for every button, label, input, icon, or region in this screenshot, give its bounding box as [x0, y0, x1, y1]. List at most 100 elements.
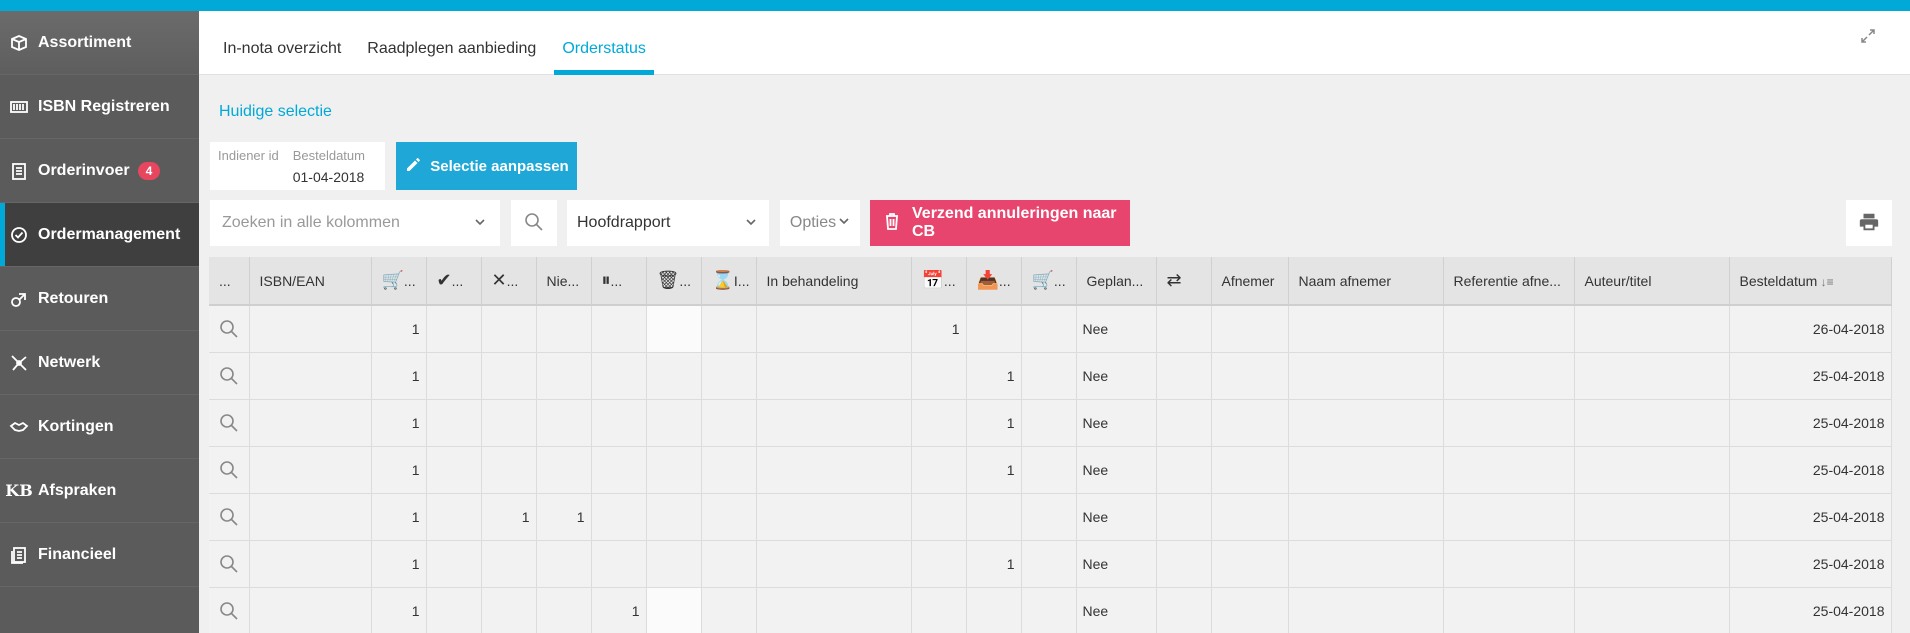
column-header-label: In behandeling — [766, 272, 859, 289]
table-cell — [756, 587, 912, 633]
table-cell: Nee — [1076, 399, 1157, 447]
sidebar-item-orderinvoer[interactable]: Orderinvoer 4 — [0, 139, 199, 203]
table-cell — [249, 587, 372, 633]
column-header-label: Afnemer — [1221, 272, 1275, 289]
column-header[interactable]: Geplan... — [1076, 257, 1157, 306]
column-header[interactable]: ⌛I... — [701, 257, 757, 306]
table-row[interactable]: 1 1 Nee 25-04-2018 — [209, 399, 1892, 447]
column-header[interactable]: ✔... — [426, 257, 482, 306]
column-header[interactable]: Besteldatum ↓≡ — [1729, 257, 1892, 306]
sidebar-item-financieel[interactable]: Financieel — [0, 523, 199, 587]
table-cell — [1021, 540, 1077, 588]
table-cell — [1156, 493, 1212, 541]
column-header[interactable]: 📅... — [911, 257, 967, 306]
table-cell: 1 — [966, 399, 1022, 447]
table-cell — [591, 305, 647, 353]
sidebar-item-kortingen[interactable]: Kortingen — [0, 395, 199, 459]
table-row[interactable]: 1 1 Nee 25-04-2018 — [209, 540, 1892, 588]
column-header[interactable]: 📥... — [966, 257, 1022, 306]
table-cell — [481, 446, 537, 494]
table-cell — [1443, 587, 1575, 633]
search-icon[interactable] — [215, 366, 243, 386]
table-row[interactable]: 1 1 Nee 25-04-2018 — [209, 587, 1892, 633]
table-cell: 1 — [591, 587, 647, 633]
inbox-icon: 📥 — [976, 270, 999, 290]
column-header-label: Geplan... — [1086, 272, 1144, 289]
sidebar-item-afspraken[interactable]: KB Afspraken — [0, 459, 199, 523]
search-input[interactable]: Zoeken in alle kolommen — [210, 200, 500, 246]
sidebar-item-netwerk[interactable]: Netwerk — [0, 331, 199, 395]
search-icon[interactable] — [215, 413, 243, 433]
search-icon[interactable] — [215, 319, 243, 339]
column-header[interactable]: Referentie afne... — [1443, 257, 1575, 306]
column-header[interactable]: Afnemer — [1211, 257, 1289, 306]
tab-in-nota-overzicht[interactable]: In-nota overzicht — [219, 40, 345, 74]
search-button[interactable] — [511, 200, 557, 246]
sidebar-item-ordermanagement[interactable]: Ordermanagement — [0, 203, 199, 267]
table-cell — [911, 540, 967, 588]
table-cell: 1 — [966, 352, 1022, 400]
column-header[interactable]: ISBN/EAN — [249, 257, 372, 306]
chevron-down-icon[interactable] — [474, 215, 486, 233]
table-cell — [646, 587, 702, 633]
table-cell — [536, 399, 592, 447]
table-cell — [591, 446, 647, 494]
sidebar-item-label: Kortingen — [38, 417, 114, 435]
table-cell: 1 — [371, 352, 427, 400]
table-cell: Nee — [1076, 540, 1157, 588]
table-row[interactable]: 1 1 Nee 26-04-2018 — [209, 305, 1892, 353]
column-header[interactable]: ⏸... — [591, 257, 647, 306]
column-header-label: ISBN/EAN — [259, 272, 325, 289]
column-header[interactable]: 🗑... — [646, 257, 702, 306]
table-cell: 1 — [371, 446, 427, 494]
tab-raadplegen-aanbieding[interactable]: Raadplegen aanbieding — [363, 40, 540, 74]
sidebar-item-label: Netwerk — [38, 353, 101, 371]
table-cell: 1 — [481, 493, 537, 541]
send-cancellations-button[interactable]: Verzend annuleringen naar CB — [870, 200, 1130, 246]
column-header-label: ... — [451, 273, 464, 289]
table-row[interactable]: 1 1 Nee 25-04-2018 — [209, 352, 1892, 400]
table-cell — [536, 305, 592, 353]
report-select[interactable]: Hoofdrapport — [567, 200, 769, 246]
sidebar-item-assortiment[interactable]: Assortiment — [0, 11, 199, 75]
table-cell: 1 — [371, 493, 427, 541]
search-icon[interactable] — [215, 554, 243, 574]
table-cell — [646, 305, 702, 353]
options-dropdown[interactable]: Opties — [780, 200, 860, 246]
column-header[interactable]: In behandeling — [756, 257, 912, 306]
table-cell — [911, 446, 967, 494]
column-header[interactable]: Auteur/titel — [1574, 257, 1730, 306]
table-cell — [1574, 540, 1730, 588]
print-button[interactable] — [1846, 200, 1892, 246]
column-header[interactable]: Naam afnemer — [1288, 257, 1444, 306]
column-header[interactable]: 🛒... — [371, 257, 427, 306]
sort-descending-icon[interactable]: ↓≡ — [1817, 275, 1834, 289]
table-cell — [249, 305, 372, 353]
expand-icon[interactable] — [1860, 28, 1880, 48]
table-cell: Nee — [1076, 587, 1157, 633]
options-label: Opties — [789, 214, 837, 231]
finance-icon — [0, 545, 38, 565]
table-row[interactable]: 1 1 1 Nee 25-04-2018 — [209, 493, 1892, 541]
table-cell — [209, 540, 250, 588]
column-header[interactable]: ✕... — [481, 257, 537, 306]
edit-selection-label: Selectie aanpassen — [430, 157, 569, 175]
search-icon[interactable] — [215, 460, 243, 480]
report-select-value: Hoofdrapport — [577, 214, 671, 231]
table-cell — [249, 540, 372, 588]
table-cell — [591, 493, 647, 541]
column-header[interactable]: Nie... — [536, 257, 592, 306]
search-icon[interactable] — [215, 507, 243, 527]
column-header[interactable]: 🛒... — [1021, 257, 1077, 306]
table-cell — [481, 352, 537, 400]
column-header[interactable]: ⇄ — [1156, 257, 1212, 306]
table-row[interactable]: 1 1 Nee 25-04-2018 — [209, 446, 1892, 494]
table-cell — [209, 305, 250, 353]
column-header[interactable]: ... — [209, 257, 250, 306]
table-cell — [756, 305, 912, 353]
edit-selection-button[interactable]: Selectie aanpassen — [396, 142, 577, 190]
search-icon[interactable] — [215, 601, 243, 621]
sidebar-item-retouren[interactable]: Retouren — [0, 267, 199, 331]
tab-orderstatus[interactable]: Orderstatus — [554, 40, 654, 75]
sidebar-item-isbn-registreren[interactable]: ISBN Registreren — [0, 75, 199, 139]
